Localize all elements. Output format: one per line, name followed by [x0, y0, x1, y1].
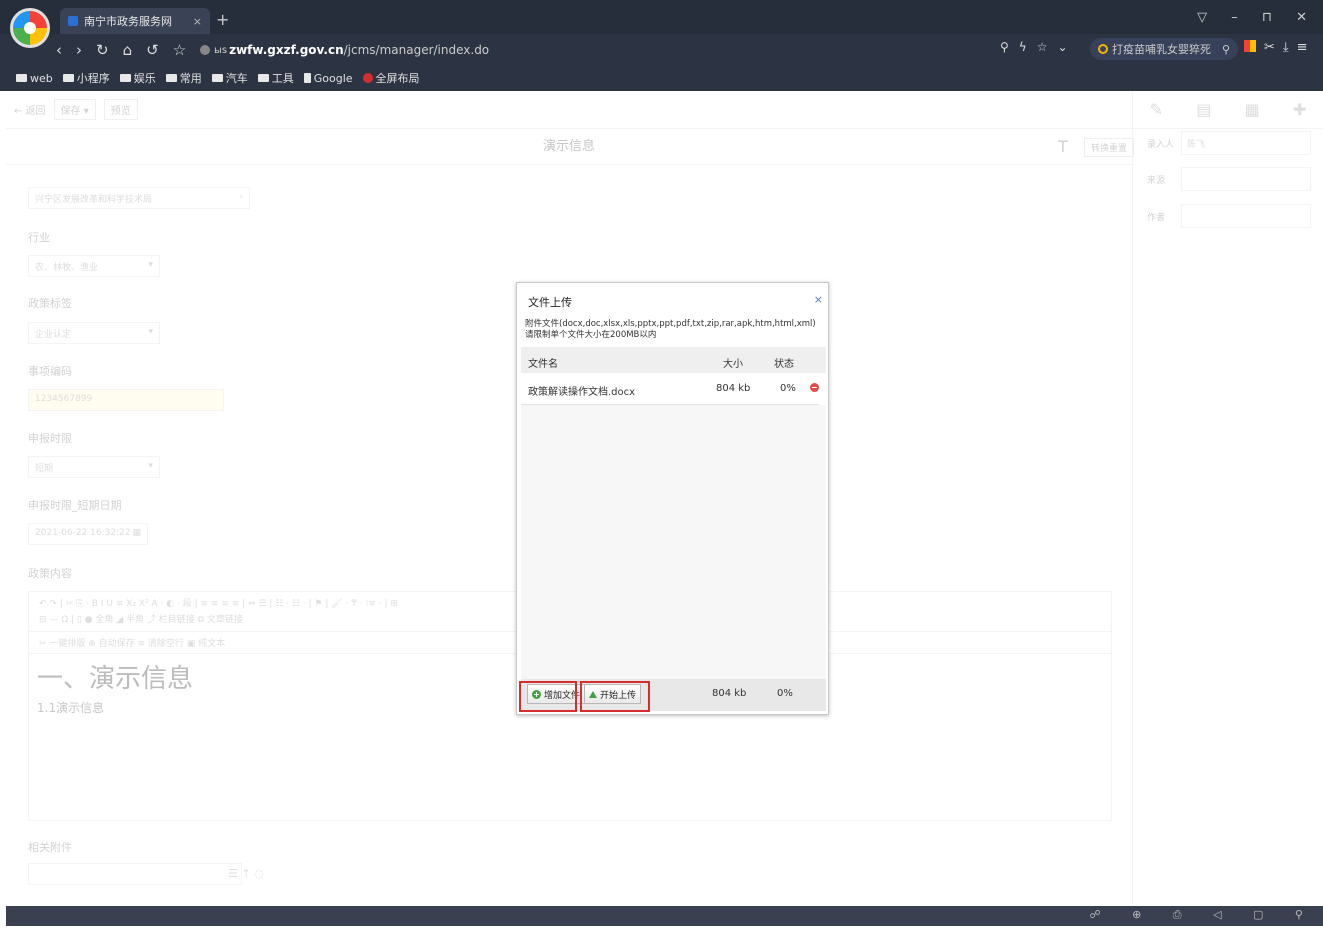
forward-arrow-icon[interactable]: › [76, 41, 82, 59]
start-upload-highlight [580, 681, 650, 712]
bookmarks-bar: web 小程序 娱乐 常用 汽车 工具 Google 全屏布局 [0, 68, 1323, 88]
bookmark-web[interactable]: web [16, 72, 53, 85]
file-table-header: 文件名 大小 状态 [521, 347, 826, 373]
chevron-down-icon[interactable]: ⌄ [1057, 40, 1067, 54]
tab-close-icon[interactable]: × [193, 15, 202, 28]
favorite-star-icon[interactable]: ☆ [173, 41, 186, 59]
bookmark-common[interactable]: 常用 [165, 70, 202, 86]
browser-logo-icon[interactable] [10, 8, 50, 48]
record-icon [362, 73, 373, 83]
site-security-icon [200, 45, 210, 55]
apps-grid-icon[interactable] [1244, 40, 1256, 52]
close-icon[interactable]: × [814, 293, 823, 306]
bookmark-google[interactable]: Google [303, 72, 353, 85]
page-icon [303, 73, 311, 83]
total-progress: 0% [777, 688, 793, 699]
window-controls[interactable]: ▽ – ⊓ ✕ [1197, 10, 1317, 25]
col-size: 大小 [723, 359, 743, 370]
bookmark-car[interactable]: 汽车 [211, 70, 248, 86]
download-icon[interactable]: ⤓ [1283, 40, 1289, 55]
bookmark-tools[interactable]: 工具 [257, 70, 294, 86]
search-icon[interactable]: ⚲ [1222, 43, 1230, 56]
lightning-icon[interactable]: ϟ [1019, 40, 1027, 54]
total-size: 804 kb [712, 688, 747, 699]
browser-chrome: 南宁市政务服务网 × + ▽ – ⊓ ✕ ‹ › ↻ ⌂ ↺ ☆ ыs zwfw… [0, 0, 1323, 91]
folder-icon [165, 74, 177, 82]
add-file-highlight [519, 681, 577, 712]
bookmark-star-icon[interactable]: ☆ [1037, 40, 1048, 54]
bookmark-miniprogram[interactable]: 小程序 [62, 70, 110, 86]
reload-icon[interactable]: ↻ [96, 41, 109, 59]
col-status: 状态 [774, 359, 794, 370]
undo-close-icon[interactable]: ↺ [146, 41, 159, 59]
folder-icon [211, 74, 223, 82]
home-icon[interactable]: ⌂ [123, 41, 133, 59]
search-engine-icon [1098, 44, 1108, 54]
file-upload-dialog: 文件上传 × 附件文件(docx,doc,xlsx,xls,pptx,ppt,p… [516, 282, 829, 715]
folder-icon [16, 74, 27, 82]
back-arrow-icon[interactable]: ‹ [56, 41, 62, 59]
remove-file-icon[interactable] [810, 383, 819, 392]
file-list-area [521, 405, 826, 679]
zoom-search-icon[interactable]: ⚲ [1000, 40, 1009, 54]
folder-icon [257, 74, 269, 82]
allowed-types-text: 附件文件(docx,doc,xlsx,xls,pptx,ppt,pdf,txt,… [525, 319, 816, 329]
menu-icon[interactable]: ≡ [1297, 40, 1308, 55]
file-size: 804 kb [716, 383, 751, 394]
upload-hint: 附件文件(docx,doc,xlsx,xls,pptx,ppt,pdf,txt,… [525, 319, 825, 341]
folder-icon [62, 74, 74, 82]
url-prefix: ыs [214, 44, 228, 56]
file-name: 政策解读操作文档.docx [528, 387, 636, 398]
new-tab-button[interactable]: + [216, 10, 229, 29]
scissors-icon[interactable]: ✂ [1264, 40, 1275, 55]
address-tools: ⚲ ϟ ☆ ⌄ [1000, 40, 1068, 54]
file-progress: 0% [780, 383, 796, 394]
search-text: 打疫苗哺乳女婴猝死 [1112, 43, 1211, 56]
url-host: zwfw.gxzf.gov.cn [229, 43, 344, 57]
bookmark-entertainment[interactable]: 娱乐 [119, 70, 156, 86]
tab-title: 南宁市政务服务网 [84, 15, 172, 28]
browser-status-bar: ☍ ⊕ ⎙ ◁ ▢ ⚲ [6, 906, 1323, 926]
bookmark-fullscreen[interactable]: 全屏布局 [362, 70, 420, 86]
address-bar[interactable]: ыs zwfw.gxzf.gov.cn /jcms/manager/index.… [200, 40, 1080, 60]
extension-icons: ✂ ⤓ ≡ [1244, 40, 1308, 55]
dialog-title: 文件上传 [528, 296, 572, 309]
col-filename: 文件名 [528, 359, 558, 370]
browser-search-box[interactable]: 打疫苗哺乳女婴猝死 ⚲ [1090, 38, 1238, 60]
size-limit-text: 请限制单个文件大小在200MB以内 [525, 330, 657, 340]
browser-tab[interactable]: 南宁市政务服务网 × [60, 8, 210, 34]
url-path: /jcms/manager/index.do [343, 43, 490, 57]
site-favicon-icon [68, 16, 78, 26]
file-row: 政策解读操作文档.docx 804 kb 0% [521, 375, 819, 405]
status-icons[interactable]: ☍ ⊕ ⎙ ◁ ▢ ⚲ [1089, 908, 1317, 922]
folder-icon [119, 74, 131, 82]
